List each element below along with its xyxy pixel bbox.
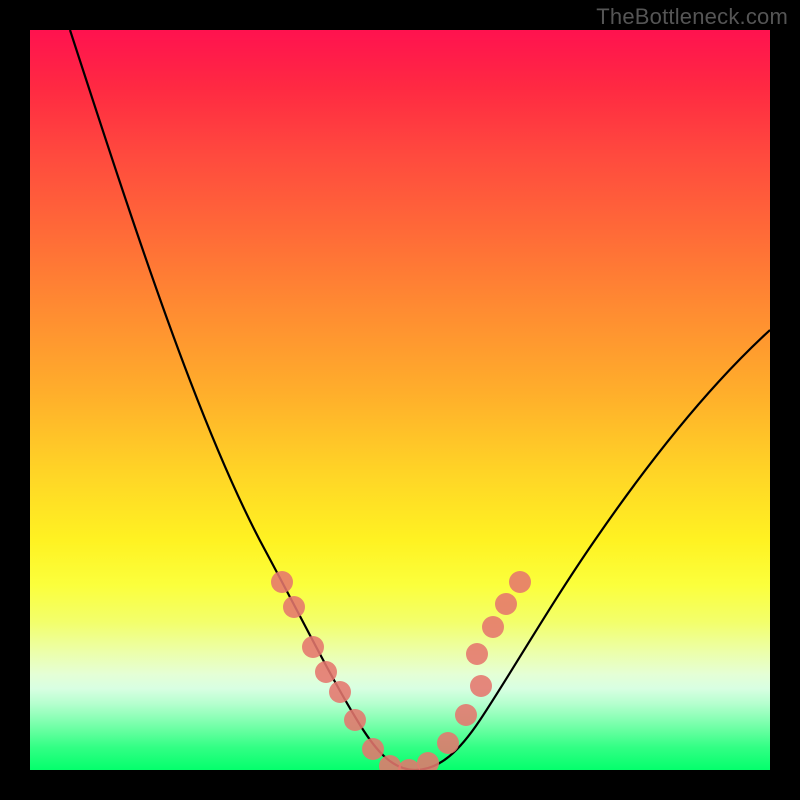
marker-dot (302, 636, 324, 658)
marker-dot (470, 675, 492, 697)
marker-dot (329, 681, 351, 703)
marker-dot (379, 755, 401, 770)
marker-dot (362, 738, 384, 760)
marker-dot (437, 732, 459, 754)
marker-dot (495, 593, 517, 615)
marker-dot (482, 616, 504, 638)
marker-dot (344, 709, 366, 731)
marker-dot (466, 643, 488, 665)
marker-dot (417, 752, 439, 770)
chart-frame: TheBottleneck.com (0, 0, 800, 800)
marker-dot (283, 596, 305, 618)
marker-dot (455, 704, 477, 726)
marker-dot (509, 571, 531, 593)
marker-dot (271, 571, 293, 593)
watermark-text: TheBottleneck.com (596, 4, 788, 30)
marker-dot (398, 759, 420, 770)
plot-area (30, 30, 770, 770)
bottleneck-curve (70, 30, 770, 770)
bottleneck-curve-svg (30, 30, 770, 770)
marker-dot (315, 661, 337, 683)
